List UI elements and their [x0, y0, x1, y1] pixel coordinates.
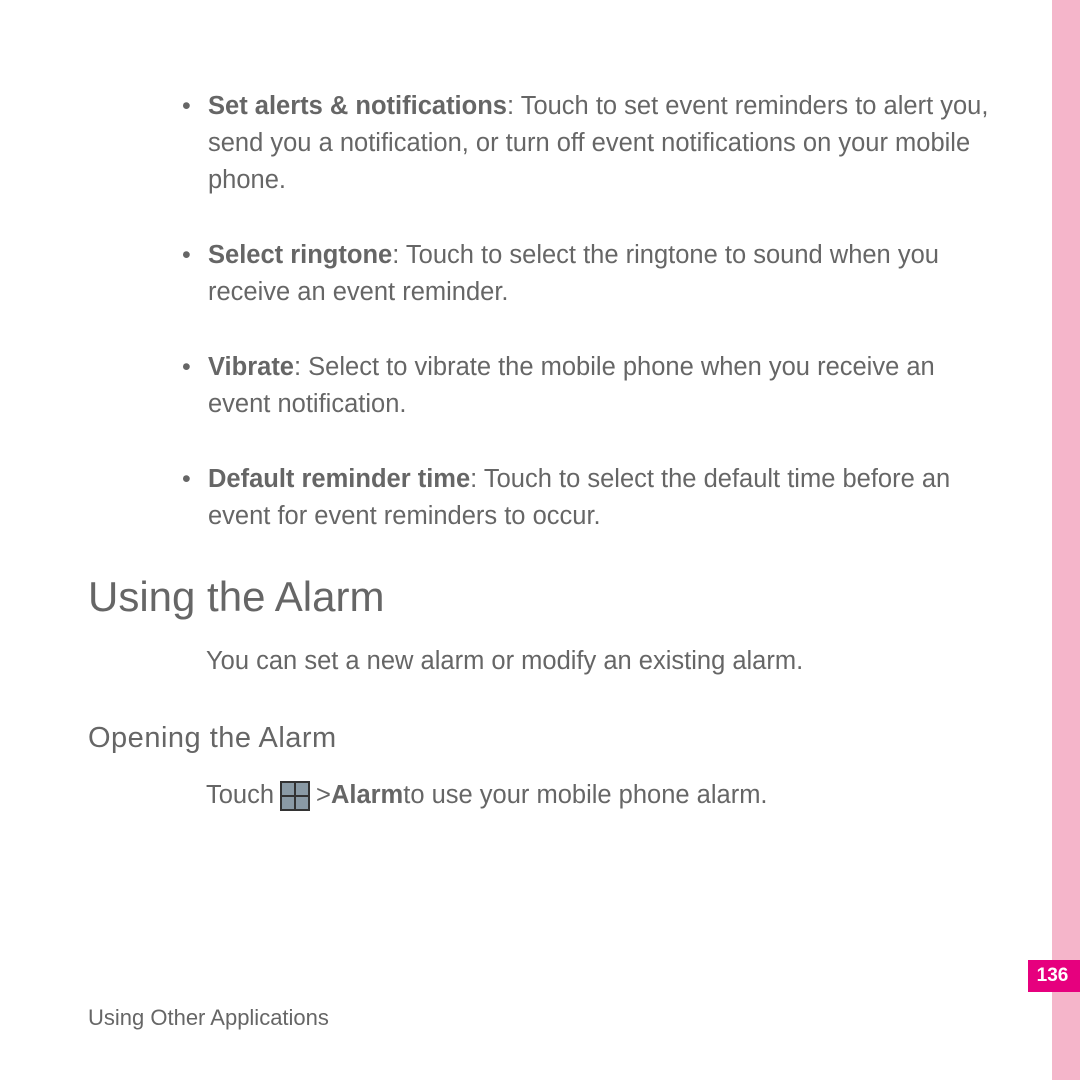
- apps-grid-icon: [280, 781, 310, 811]
- instruction-post: to use your mobile phone alarm.: [403, 781, 767, 810]
- bullet-term: Vibrate: [208, 353, 294, 381]
- instruction-mid: >: [316, 781, 331, 810]
- list-item: Vibrate: Select to vibrate the mobile ph…: [88, 349, 998, 423]
- list-item: Select ringtone: Touch to select the rin…: [88, 237, 998, 311]
- section-intro: You can set a new alarm or modify an exi…: [206, 647, 998, 676]
- list-item: Set alerts & notifications: Touch to set…: [88, 88, 998, 199]
- section-heading: Using the Alarm: [88, 573, 998, 621]
- footer-chapter-title: Using Other Applications: [88, 1005, 329, 1031]
- sub-heading: Opening the Alarm: [88, 722, 998, 755]
- instruction-pre: Touch: [206, 781, 274, 810]
- side-accent-bar: [1052, 0, 1080, 1080]
- page-content: Set alerts & notifications: Touch to set…: [88, 88, 998, 811]
- feature-bullet-list: Set alerts & notifications: Touch to set…: [88, 88, 998, 535]
- bullet-term: Select ringtone: [208, 241, 392, 269]
- instruction-bold: Alarm: [331, 781, 403, 810]
- bullet-term: Default reminder time: [208, 465, 470, 493]
- page-number-tab: 136: [1028, 960, 1080, 992]
- bullet-term: Set alerts & notifications: [208, 92, 507, 120]
- instruction-line: Touch > Alarm to use your mobile phone a…: [206, 781, 998, 811]
- list-item: Default reminder time: Touch to select t…: [88, 461, 998, 535]
- bullet-desc: : Select to vibrate the mobile phone whe…: [208, 353, 935, 418]
- page-number: 136: [1037, 965, 1069, 987]
